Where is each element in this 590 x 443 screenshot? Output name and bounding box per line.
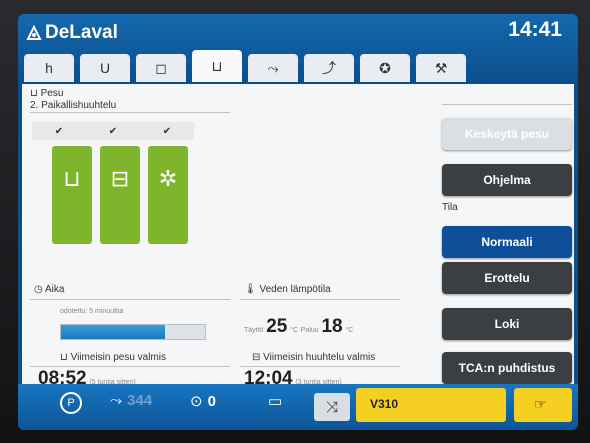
cow-icon: ⤳ (110, 392, 123, 409)
clock-icon: ◷ (34, 284, 45, 295)
basin-icon: ⊔ (63, 166, 81, 191)
step-prewash-tile: ⊔ (52, 146, 92, 244)
cow-icon: ⤳ (267, 59, 279, 76)
last-wash-label: ⊔ Viimeisin pesu valmis (60, 352, 166, 363)
return-unit: °C (345, 327, 354, 334)
program-button[interactable]: Ohjelma (442, 164, 572, 196)
temperature-label: 🌡 Veden lämpötila (244, 284, 331, 295)
section-subtitle: 2. Paikallishuuhtelu (30, 100, 117, 111)
thermometer-icon: 🌡 (244, 284, 260, 295)
time-label: ◷ Aika (34, 284, 65, 295)
step-rinse-tile: ✲ (148, 146, 188, 244)
check-icon: ✔ (162, 125, 172, 137)
divider (442, 104, 572, 105)
user-button[interactable]: ☞ (514, 388, 572, 422)
return-label: Paluu (300, 327, 319, 334)
brand-name: DeLaval (45, 22, 118, 43)
wash-icon: ⤨ (325, 398, 338, 416)
unit-status: V310 (356, 388, 506, 422)
udder-icon: U (99, 60, 111, 76)
check-icon: ✔ (54, 125, 64, 137)
fill-label: Täyttö (244, 327, 264, 334)
temperature-readout: Täyttö 25 °C Paluu 18 °C (244, 316, 353, 338)
tab-run[interactable]: ⤴ (304, 54, 354, 82)
divider (240, 366, 400, 367)
spray-icon: ✲ (158, 166, 178, 191)
tab-settings[interactable]: ✪ (360, 54, 410, 82)
divider (30, 299, 230, 300)
basin-icon: ⊔ (60, 352, 71, 363)
tca-cleaning-button[interactable]: TCA:n puhdistus (442, 352, 572, 384)
bottom-bar: P ⤳ 344 ⊙ 0 ▭ ⤨ V310 ☞ (18, 384, 578, 430)
tank-icon: ◻ (155, 59, 167, 76)
wash-icon: ⊔ (30, 88, 41, 99)
clock: 14:41 (508, 18, 562, 41)
wash-panel: ⊔ Pesu 2. Paikallishuuhtelu ✔ ✔ ✔ ⊔ ⊟ ✲ … (22, 84, 574, 389)
main-tabs: h U ◻ ⊔ ⤳ ⤴ ✪ ⚒ (24, 50, 466, 82)
time-expected: odotettu: 5 minuuttia (60, 308, 124, 315)
parking-icon: P (60, 392, 82, 414)
separation-mode-button[interactable]: Erottelu (442, 262, 572, 294)
touch-screen: DeLaval 14:41 h U ◻ ⊔ ⤳ ⤴ ✪ ⚒ ⊔ Pesu 2. … (18, 14, 578, 430)
machine-icon: ⊟ (252, 352, 264, 363)
wash-progress-bar (60, 324, 206, 340)
run-icon: ⤴ (322, 60, 336, 76)
parking-button[interactable]: P (60, 392, 82, 414)
message-icon: ▭ (268, 393, 283, 410)
hand-icon: ☞ (534, 396, 547, 412)
progress-fill (61, 325, 165, 339)
tab-cow[interactable]: ⤳ (248, 54, 298, 82)
log-button[interactable]: Loki (442, 308, 572, 340)
machine-icon: ⊟ (110, 166, 130, 191)
brand-logo: DeLaval (26, 22, 118, 44)
last-rinse-label: ⊟ Viimeisin huuhtelu valmis (252, 352, 376, 363)
animal-count: ⤳ 344 (110, 392, 153, 409)
step-checks: ✔ ✔ ✔ (32, 122, 194, 140)
tools-icon: ⚒ (434, 59, 448, 76)
divider (240, 299, 400, 300)
milking-icon: h (45, 60, 53, 76)
fill-temp: 25 (266, 316, 288, 337)
gear-icon: ✪ (379, 59, 391, 76)
target-icon: ⊙ (190, 393, 203, 410)
zero-counter: ⊙ 0 (190, 392, 216, 411)
stop-wash-button[interactable]: Keskeytä pesu (442, 118, 572, 150)
mode-label: Tila (442, 202, 458, 213)
tab-tank[interactable]: ◻ (136, 54, 186, 82)
check-icon: ✔ (108, 125, 118, 137)
tab-wash[interactable]: ⊔ (192, 50, 242, 82)
divider (30, 366, 230, 367)
wash-status-button[interactable]: ⤨ (314, 393, 350, 421)
normal-mode-button[interactable]: Normaali (442, 226, 572, 258)
wash-icon: ⊔ (211, 57, 223, 74)
tab-milking[interactable]: h (24, 54, 74, 82)
tab-udder[interactable]: U (80, 54, 130, 82)
top-bar: DeLaval 14:41 h U ◻ ⊔ ⤳ ⤴ ✪ ⚒ (18, 14, 578, 84)
fill-unit: °C (290, 327, 299, 334)
divider (30, 112, 230, 113)
tab-tools[interactable]: ⚒ (416, 54, 466, 82)
unit-label: V310 (370, 397, 399, 411)
return-temp: 18 (321, 316, 343, 337)
step-main-wash-tile: ⊟ (100, 146, 140, 244)
section-title: ⊔ Pesu (30, 88, 64, 99)
delaval-logo-icon (26, 25, 42, 40)
message-button[interactable]: ▭ (268, 392, 282, 410)
